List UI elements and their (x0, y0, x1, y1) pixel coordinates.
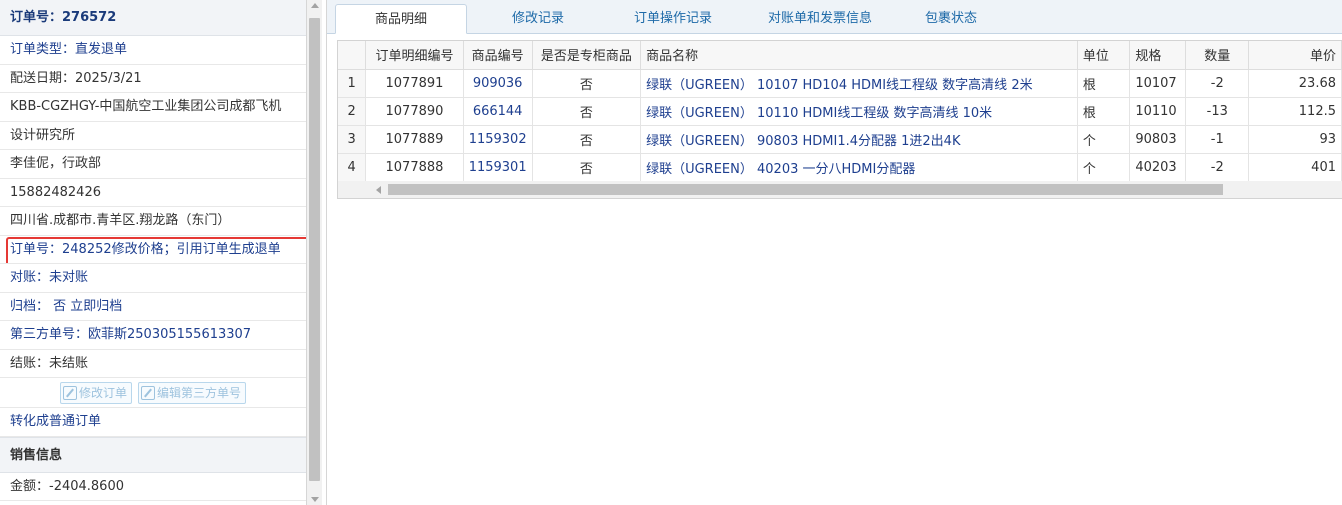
counter-cell: 否 (532, 125, 642, 154)
detail-id-cell: 1077888 (365, 153, 464, 182)
table-row[interactable]: 2 1077890 666144 否绿联（UGREEN） 10110 HDMI线工程级… (338, 97, 1342, 126)
unit-price-cell: 401 (1248, 153, 1342, 182)
convert-to-normal-order-link[interactable]: 转化成普通订单 (0, 408, 306, 437)
unit-price-cell: 23.68 (1248, 69, 1342, 98)
detail-tabs: 商品明细 修改记录 订单操作记录 对账单和发票信息 包裹状态 (327, 0, 1342, 34)
unit-cell: 根 (1077, 69, 1131, 98)
col-header-quantity[interactable]: 数量 (1185, 41, 1250, 70)
counter-cell: 否 (532, 153, 642, 182)
row-number: 3 (338, 125, 367, 154)
tab-product-details[interactable]: 商品明细 (335, 4, 467, 34)
table-row[interactable]: 4 1077888 1159301 否绿联（UGREEN） 40203 一分八HDMI… (338, 153, 1342, 182)
edit-third-party-number-button[interactable]: 编辑第三方单号 (138, 381, 247, 404)
col-header-product-name[interactable]: 商品名称 (640, 41, 1078, 70)
spec-cell: 90803 (1129, 125, 1187, 154)
product-id-link[interactable]: 1159302 (463, 125, 533, 154)
unit-cell: 个 (1077, 125, 1131, 154)
detail-id-cell: 1077890 (365, 97, 464, 126)
tab-statement-invoice[interactable]: 对账单和发票信息 (745, 4, 895, 34)
col-header-spec[interactable]: 规格 (1129, 41, 1187, 70)
counter-cell: 否 (532, 97, 642, 126)
spec-cell: 10107 (1129, 69, 1187, 98)
order-info-row[interactable]: 订单号：248252修改价格；引用订单生成退单 (0, 236, 306, 264)
grid-header-row: 订单明细编号 商品编号 是否是专柜商品 商品名称 单位 规格 数量 单价 (338, 41, 1342, 70)
quantity-cell: -2 (1185, 153, 1250, 182)
sales-info-header: 销售信息 (0, 436, 306, 473)
scrollbar-thumb[interactable] (388, 184, 1223, 195)
order-info-panel: 订单号：276572 订单类型：直发退单 配送日期：2025/3/21 KBB-CG… (0, 0, 307, 505)
col-header-detail-id[interactable]: 订单明细编号 (365, 41, 464, 70)
order-info-row[interactable]: 对账：未对账 (0, 264, 306, 293)
order-info-row: KBB-CGZHGY-中国航空工业集团公司成都飞机 (0, 93, 306, 122)
scroll-down-arrow-icon[interactable] (311, 497, 319, 502)
spec-cell: 10110 (1129, 97, 1187, 126)
unit-price-cell: 93 (1248, 125, 1342, 154)
edit-icon (141, 385, 155, 400)
product-name-link[interactable]: 绿联（UGREEN） 10107 HD104 HDMI线工程级 数字高清线 2米 (640, 69, 1078, 98)
col-header-counter[interactable]: 是否是专柜商品 (532, 41, 642, 70)
order-info-row: 设计研究所 (0, 122, 306, 150)
row-number: 4 (338, 153, 367, 182)
left-scrollbar[interactable] (307, 0, 322, 505)
product-id-link[interactable]: 1159301 (463, 153, 533, 182)
product-id-link[interactable]: 666144 (463, 97, 533, 126)
tab-package-status[interactable]: 包裹状态 (901, 4, 1001, 34)
col-header-unit[interactable]: 单位 (1077, 41, 1131, 70)
order-info-row[interactable]: 订单类型：直发退单 (0, 36, 306, 65)
table-row[interactable]: 1 1077891 909036 否绿联（UGREEN） 10107 HD104 HD… (338, 69, 1342, 98)
order-info-row: 四川省.成都市.青羊区.翔龙路（东门） (0, 207, 306, 236)
spec-cell: 40203 (1129, 153, 1187, 182)
detail-id-cell: 1077889 (365, 125, 464, 154)
row-number: 2 (338, 97, 367, 126)
tab-operation-log[interactable]: 订单操作记录 (607, 4, 739, 34)
quantity-cell: -1 (1185, 125, 1250, 154)
col-header-rownum (338, 41, 367, 70)
quantity-cell: -13 (1185, 97, 1250, 126)
edit-icon (62, 385, 77, 400)
detail-id-cell: 1077891 (365, 69, 464, 98)
unit-price-cell: 112.5 (1248, 97, 1342, 126)
order-info-row: 配送日期：2025/3/21 (0, 65, 306, 93)
product-name-link[interactable]: 绿联（UGREEN） 40203 一分八HDMI分配器 (640, 153, 1078, 182)
scrollbar-thumb[interactable] (309, 18, 320, 481)
unit-cell: 根 (1077, 97, 1131, 126)
table-row[interactable]: 3 1077889 1159302 否绿联（UGREEN） 90803 HDMI1.4… (338, 125, 1342, 154)
amount-row: 金额：-2404.8600 (0, 473, 306, 501)
order-info-row: 15882482426 (0, 179, 306, 207)
unit-cell: 个 (1077, 153, 1131, 182)
col-header-unit-price[interactable]: 单价 (1248, 41, 1342, 70)
product-id-link[interactable]: 909036 (463, 69, 533, 98)
counter-cell: 否 (532, 69, 642, 98)
order-number-header: 订单号：276572 (0, 0, 306, 36)
order-detail-panel: 商品明细 修改记录 订单操作记录 对账单和发票信息 包裹状态 订单明细编号 商品… (326, 0, 1342, 505)
tab-modify-log[interactable]: 修改记录 (477, 4, 599, 34)
grid-horizontal-scrollbar[interactable] (338, 181, 1342, 198)
quantity-cell: -2 (1185, 69, 1250, 98)
order-info-row[interactable]: 归档： 否 立即归档 (0, 293, 306, 321)
modify-order-button[interactable]: 修改订单 (59, 381, 132, 404)
product-name-link[interactable]: 绿联（UGREEN） 90803 HDMI1.4分配器 1进2出4K (640, 125, 1078, 154)
product-name-link[interactable]: 绿联（UGREEN） 10110 HDMI线工程级 数字高清线 10米 (640, 97, 1078, 126)
order-info-row[interactable]: 第三方单号：欧菲斯250305155613307 (0, 321, 306, 350)
order-info-row: 结账：未结账 (0, 350, 306, 378)
scroll-left-arrow-icon[interactable] (376, 186, 381, 194)
col-header-product-id[interactable]: 商品编号 (463, 41, 533, 70)
order-info-row: 李佳伲，行政部 (0, 150, 306, 179)
order-actions: 修改订单 编辑第三方单号 (0, 378, 306, 408)
scroll-up-arrow-icon[interactable] (311, 3, 319, 8)
row-number: 1 (338, 69, 367, 98)
product-grid: 订单明细编号 商品编号 是否是专柜商品 商品名称 单位 规格 数量 单价 1 10… (337, 40, 1342, 199)
